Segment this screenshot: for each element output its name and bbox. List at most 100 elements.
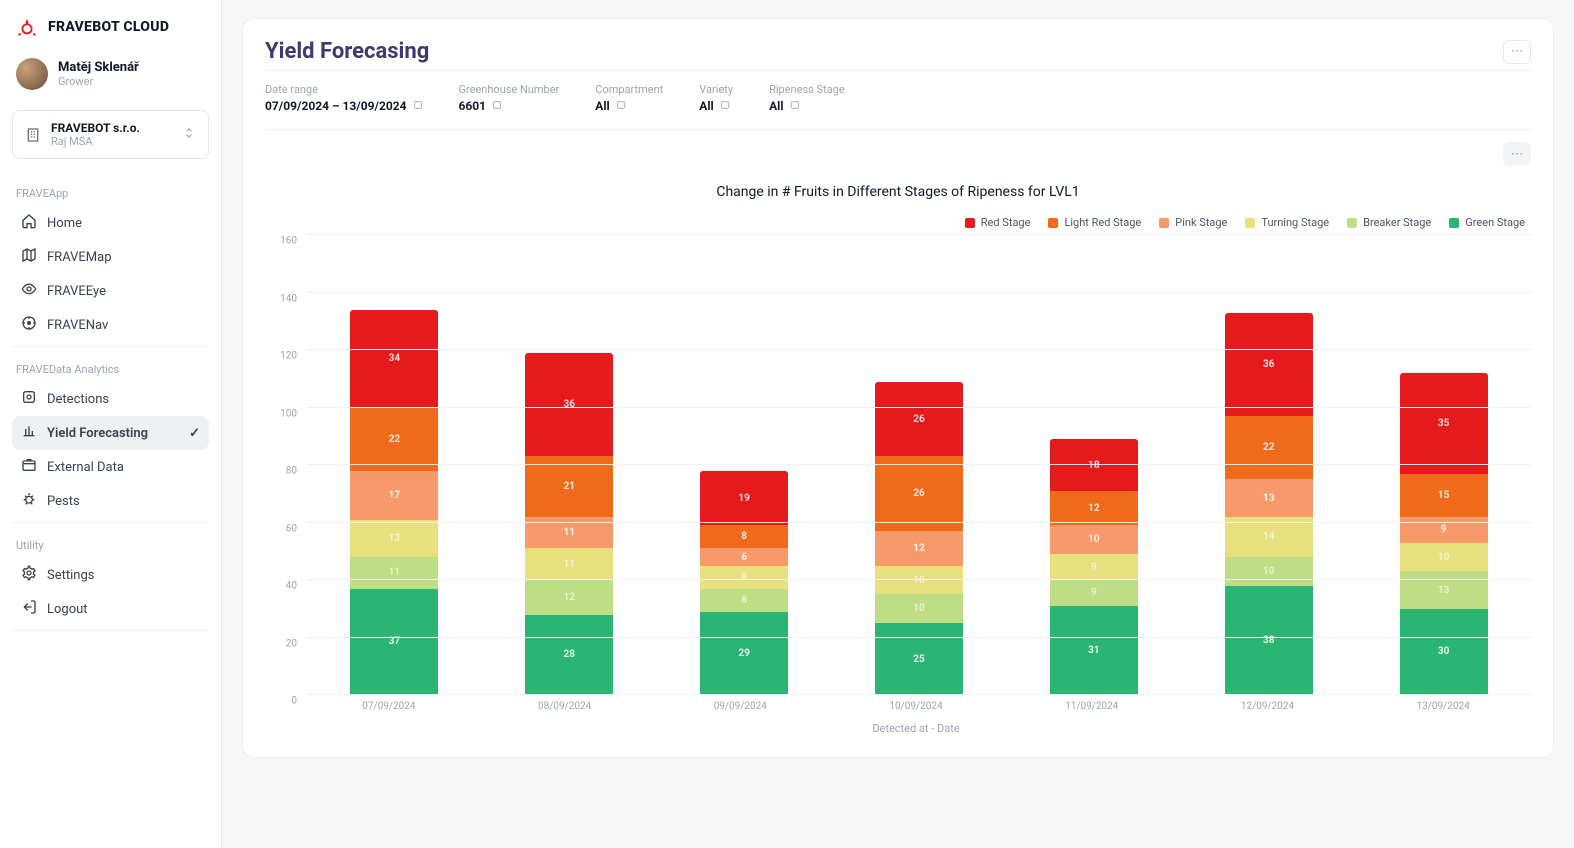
org-name: FRAVEBOT s.r.o. xyxy=(51,121,140,135)
org-selector[interactable]: FRAVEBOT s.r.o. Raj MSA xyxy=(12,110,209,159)
bar-segment: 8 xyxy=(700,525,788,548)
filter-label: Greenhouse Number xyxy=(459,83,560,96)
filter-compartment[interactable]: CompartmentAll xyxy=(595,83,663,113)
bar-segment: 11 xyxy=(350,557,438,589)
legend-swatch xyxy=(1347,218,1357,228)
bar-segment: 6 xyxy=(700,548,788,565)
legend-swatch xyxy=(965,218,975,228)
dropdown-icon xyxy=(720,100,730,113)
filter-label: Date range xyxy=(265,83,423,96)
filter-value: 6601 xyxy=(459,99,560,113)
sidebar-item-fraveeye[interactable]: FRAVEEye xyxy=(12,274,209,308)
bar-segment: 26 xyxy=(875,382,963,457)
sidebar-item-fravemap[interactable]: FRAVEMap xyxy=(12,240,209,274)
bar-segment: 11 xyxy=(525,548,613,580)
sidebar-item-label: Pests xyxy=(47,494,80,509)
x-tick: 09/09/2024 xyxy=(652,701,828,712)
bar-segment: 10 xyxy=(1400,543,1488,572)
bar-segment: 28 xyxy=(525,615,613,696)
bar-segment: 36 xyxy=(525,353,613,457)
sidebar-item-logout[interactable]: Logout xyxy=(12,592,209,626)
filter-value: All xyxy=(769,99,845,113)
sidebar-item-label: Detections xyxy=(47,392,109,407)
legend-item[interactable]: Red Stage xyxy=(965,216,1031,229)
x-tick: 10/09/2024 xyxy=(828,701,1004,712)
filter-value: All xyxy=(595,99,663,113)
sidebar-item-yield-forecasting[interactable]: Yield Forecasting✓ xyxy=(12,416,209,450)
bar-segment: 29 xyxy=(700,612,788,695)
legend-item[interactable]: Light Red Stage xyxy=(1048,216,1141,229)
gridline xyxy=(307,292,1531,293)
bar-segment: 21 xyxy=(525,456,613,516)
nav: FRAVEAppHomeFRAVEMapFRAVEEyeFRAVENavFRAV… xyxy=(12,171,209,635)
sidebar-item-fravenav[interactable]: FRAVENav xyxy=(12,308,209,342)
bar-segment: 37 xyxy=(350,589,438,695)
bar[interactable]: 262612101025 xyxy=(875,382,963,695)
gridline xyxy=(307,407,1531,408)
legend-label: Light Red Stage xyxy=(1064,216,1141,229)
sidebar-item-label: FRAVENav xyxy=(47,318,108,333)
bar[interactable]: 19868829 xyxy=(700,471,788,695)
sidebar-item-label: FRAVEMap xyxy=(47,250,112,265)
sidebar-item-label: External Data xyxy=(47,460,124,475)
legend-swatch xyxy=(1159,218,1169,228)
forecast-icon xyxy=(21,423,37,443)
bar[interactable]: 35159101330 xyxy=(1400,373,1488,695)
sidebar-item-pests[interactable]: Pests xyxy=(12,484,209,518)
bar-segment: 19 xyxy=(700,471,788,526)
nav-heading: Utility xyxy=(12,533,209,558)
bar-segment: 10 xyxy=(1225,557,1313,586)
sidebar-item-external-data[interactable]: External Data xyxy=(12,450,209,484)
dropdown-icon xyxy=(790,100,800,113)
logout-icon xyxy=(21,599,37,619)
bar-segment: 12 xyxy=(1050,491,1138,526)
chart-plot: 020406080100120140160 342217131137362111… xyxy=(265,235,1531,695)
sidebar-item-settings[interactable]: Settings xyxy=(12,558,209,592)
page-title: Yield Forecasing xyxy=(265,39,429,64)
external-icon xyxy=(21,457,37,477)
legend-label: Red Stage xyxy=(981,216,1031,229)
bar-column: 262612101025 xyxy=(832,382,1007,695)
bar-segment: 22 xyxy=(1225,416,1313,479)
y-tick: 100 xyxy=(280,408,297,419)
x-tick: 08/09/2024 xyxy=(477,701,653,712)
bar-segment: 25 xyxy=(875,623,963,695)
filter-date-range[interactable]: Date range07/09/2024 – 13/09/2024 xyxy=(265,83,423,113)
bar-segment: 8 xyxy=(700,566,788,589)
sidebar-item-home[interactable]: Home xyxy=(12,206,209,240)
chart-menu-button[interactable]: ⋯ xyxy=(1503,142,1531,166)
bar-column: 19868829 xyxy=(657,471,832,695)
filter-variety[interactable]: VarietyAll xyxy=(699,83,733,113)
legend-swatch xyxy=(1449,218,1459,228)
legend-item[interactable]: Breaker Stage xyxy=(1347,216,1431,229)
check-icon: ✓ xyxy=(189,426,200,441)
sidebar: FRAVEBOT CLOUD Matěj Sklenář Grower FRAV… xyxy=(0,0,222,848)
bar-column: 1812109931 xyxy=(1006,439,1181,695)
legend-label: Pink Stage xyxy=(1175,216,1227,229)
bar[interactable]: 1812109931 xyxy=(1050,439,1138,695)
pests-icon xyxy=(21,491,37,511)
x-tick: 11/09/2024 xyxy=(1004,701,1180,712)
bar-segment: 30 xyxy=(1400,609,1488,695)
bar-segment: 36 xyxy=(1225,313,1313,417)
bar-segment: 10 xyxy=(875,566,963,595)
legend-item[interactable]: Pink Stage xyxy=(1159,216,1227,229)
bar-segment: 18 xyxy=(1050,439,1138,491)
bar[interactable]: 362213141038 xyxy=(1225,313,1313,695)
legend-item[interactable]: Green Stage xyxy=(1449,216,1525,229)
bar-segment: 12 xyxy=(525,580,613,615)
legend-item[interactable]: Turning Stage xyxy=(1245,216,1329,229)
gridline xyxy=(307,349,1531,350)
bar[interactable]: 362111111228 xyxy=(525,353,613,695)
card-menu-button[interactable]: ⋯ xyxy=(1503,40,1531,64)
sidebar-item-detections[interactable]: Detections xyxy=(12,382,209,416)
dropdown-icon xyxy=(492,100,502,113)
legend-label: Breaker Stage xyxy=(1363,216,1431,229)
chart-legend: Red Stage Light Red Stage Pink Stage Turnin… xyxy=(265,216,1531,229)
building-icon xyxy=(25,127,41,143)
filter-ripeness-stage[interactable]: Ripeness StageAll xyxy=(769,83,845,113)
org-sub: Raj MSA xyxy=(51,135,140,148)
user-name: Matěj Sklenář xyxy=(58,60,139,75)
filter-greenhouse-number[interactable]: Greenhouse Number 6601 xyxy=(459,83,560,113)
settings-icon xyxy=(21,565,37,585)
